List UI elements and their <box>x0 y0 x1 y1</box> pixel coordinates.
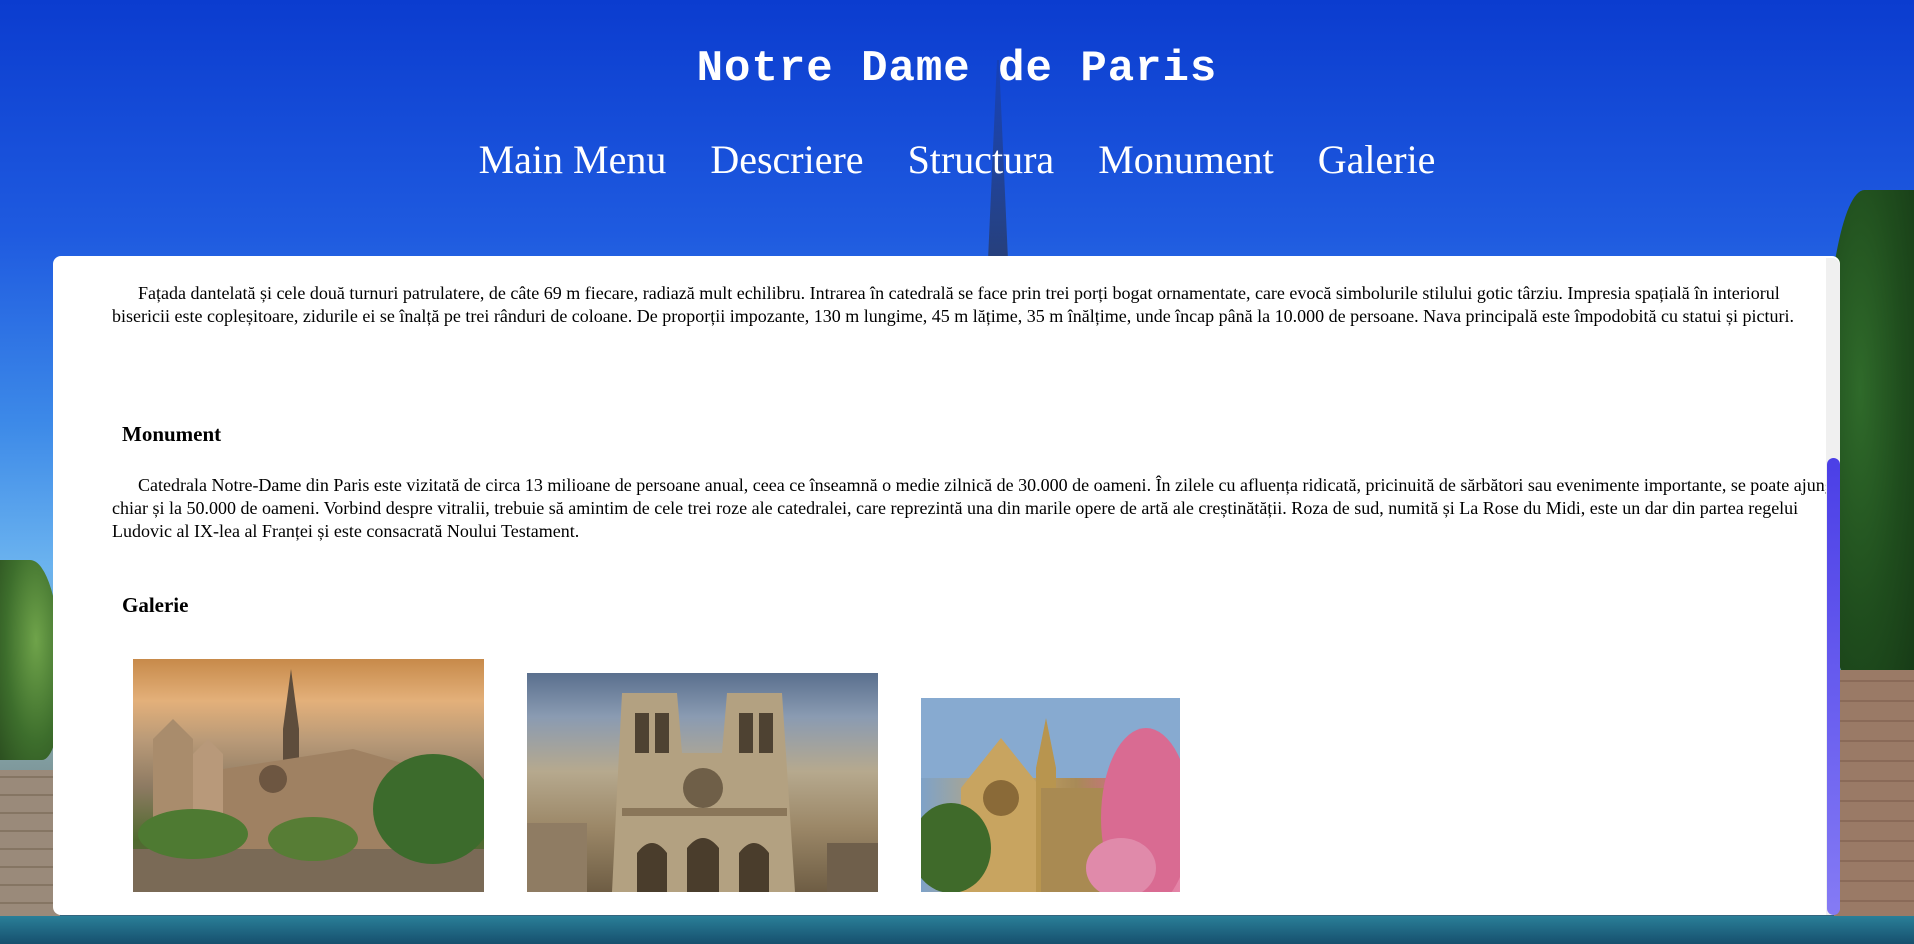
content-scrollbar-thumb[interactable] <box>1827 458 1840 915</box>
content-panel[interactable]: Fațada dantelată și cele două turnuri pa… <box>53 256 1840 915</box>
background-tree-left <box>0 560 60 760</box>
nav-link-main-menu[interactable]: Main Menu <box>479 136 667 183</box>
gallery-image-cathedral-blossoms[interactable] <box>921 698 1180 892</box>
background-river <box>0 916 1914 944</box>
monument-heading: Monument <box>122 422 222 446</box>
cathedral-facade-photo <box>527 693 878 892</box>
nav-link-descriere[interactable]: Descriere <box>710 136 863 183</box>
galerie-heading: Galerie <box>122 593 189 617</box>
main-nav: Main Menu Descriere Structura Monument G… <box>0 136 1914 183</box>
site-header: Notre Dame de Paris Main Menu Descriere … <box>0 0 1914 250</box>
monument-paragraph: Catedrala Notre-Dame din Paris este vizi… <box>112 475 1840 541</box>
nav-link-structura[interactable]: Structura <box>908 136 1055 183</box>
cathedral-sunset-photo <box>133 669 484 892</box>
nav-link-monument[interactable]: Monument <box>1098 136 1274 183</box>
structura-paragraph: Fațada dantelată și cele două turnuri pa… <box>112 283 1794 326</box>
nav-link-galerie[interactable]: Galerie <box>1318 136 1436 183</box>
gallery-image-cathedral-sunset[interactable] <box>133 659 484 892</box>
background-wall-right <box>1834 670 1914 920</box>
background-wall-left <box>0 770 60 920</box>
cathedral-blossoms-photo <box>921 698 1180 892</box>
site-title: Notre Dame de Paris <box>696 44 1218 94</box>
gallery-image-cathedral-facade[interactable] <box>527 673 878 892</box>
